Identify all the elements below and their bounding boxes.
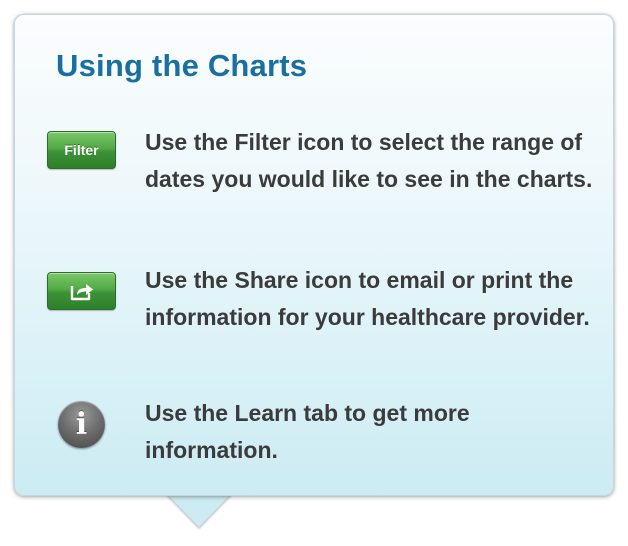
share-help-text: Use the Share icon to email or print the…	[145, 267, 590, 330]
tooltip-pointer	[166, 493, 232, 527]
filter-button: Filter	[47, 131, 116, 169]
share-button	[47, 272, 116, 310]
tooltip-title: Using the Charts	[56, 48, 308, 83]
filter-help-text: Use the Filter icon to select the range …	[145, 129, 593, 192]
share-icon	[68, 280, 96, 302]
info-glyph: i	[75, 406, 88, 442]
info-icon: i	[58, 401, 105, 448]
learn-help-text: Use the Learn tab to get more informatio…	[145, 400, 470, 463]
charts-help-tooltip: Using the Charts Filter Use the Filter i…	[0, 0, 628, 546]
filter-button-label: Filter	[64, 142, 99, 158]
